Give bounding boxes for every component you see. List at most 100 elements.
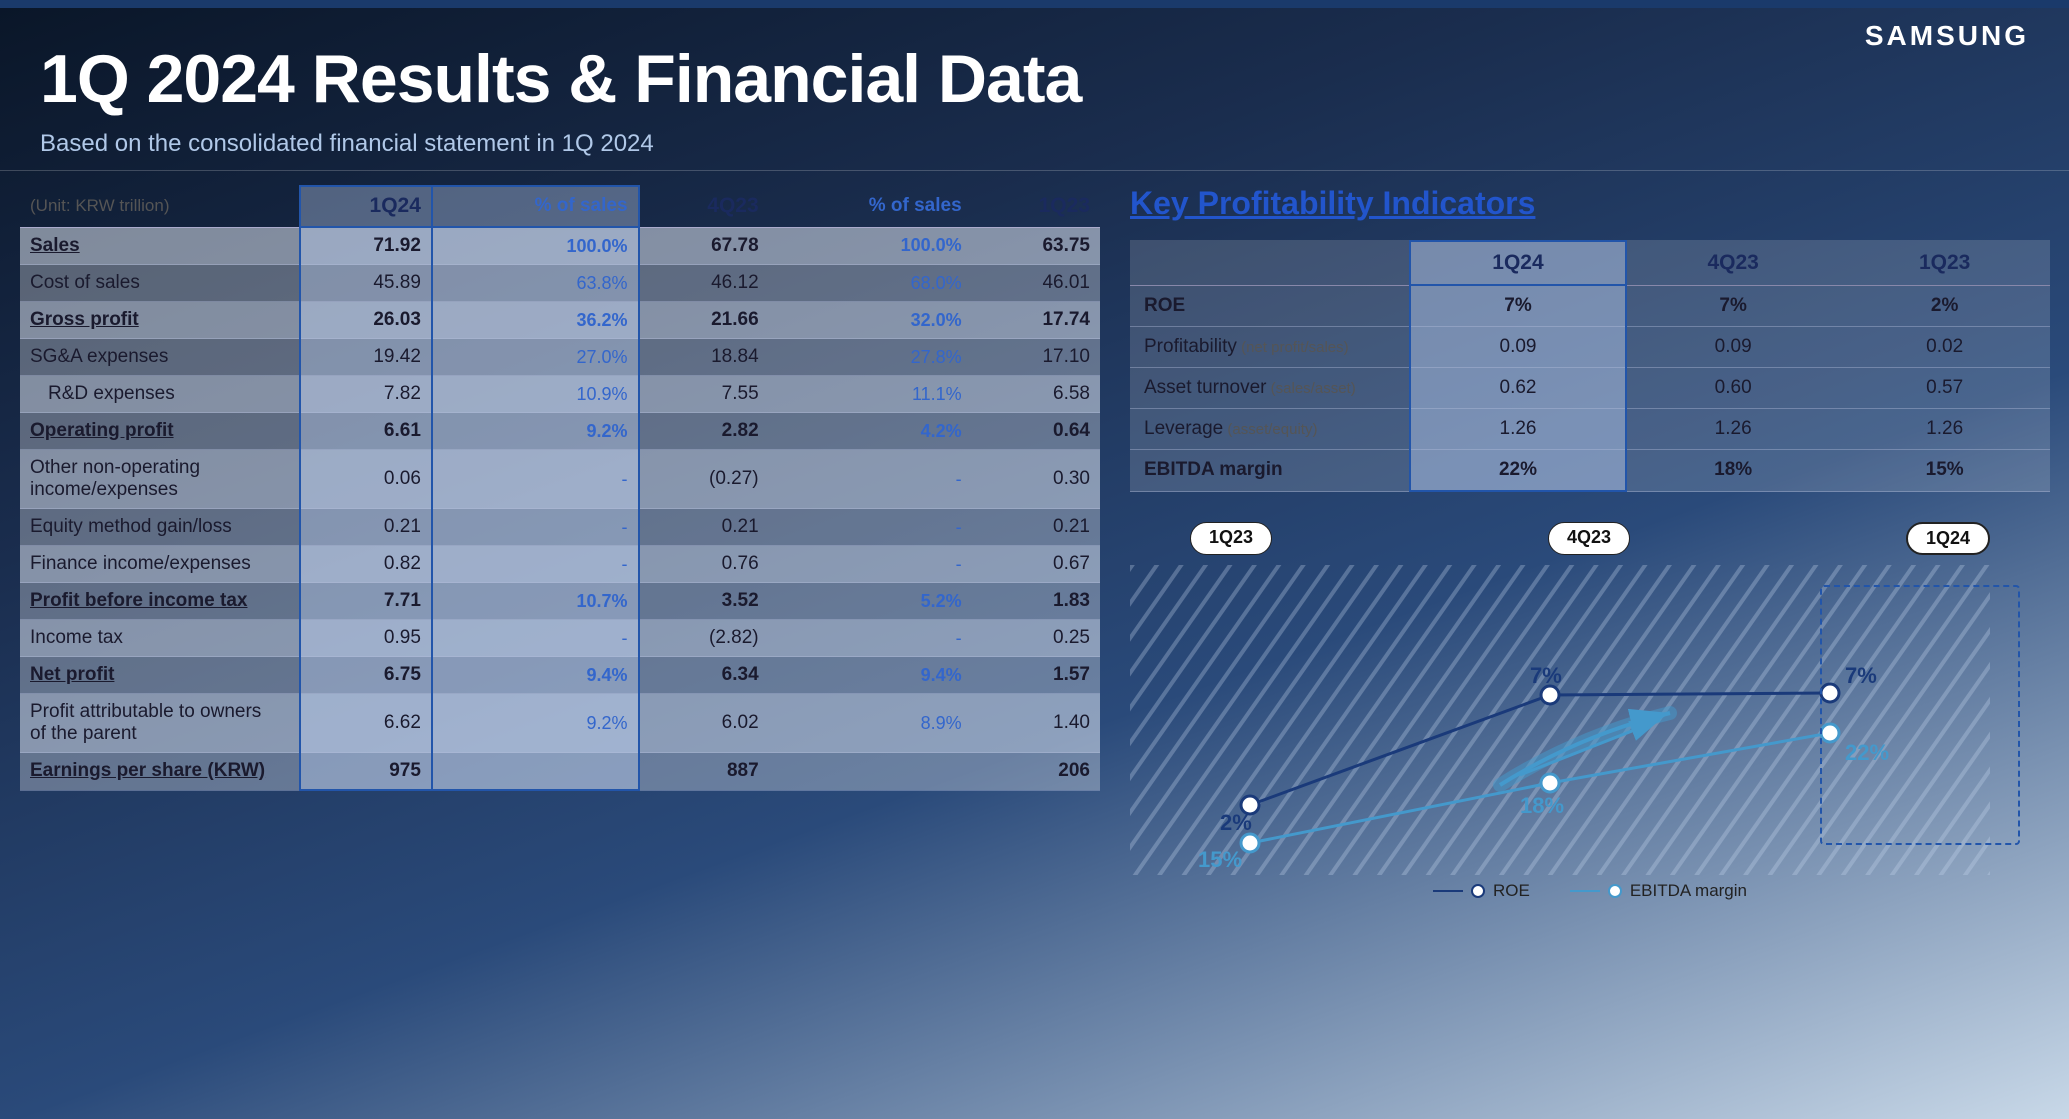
svg-text:18%: 18% — [1520, 793, 1564, 818]
col-header-pct2: % of sales — [769, 186, 972, 227]
kpi-val-2: 0.02 — [1839, 327, 2050, 368]
row-label: SG&A expenses — [20, 339, 300, 376]
row-val-3: 9.4% — [769, 657, 972, 694]
row-label: Gross profit — [20, 302, 300, 339]
roe-legend-line — [1433, 890, 1463, 892]
divider — [0, 170, 2069, 171]
table-row: Net profit6.759.4%6.349.4%1.57 — [20, 657, 1100, 694]
row-val-2: 6.02 — [639, 694, 769, 753]
row-label: Equity method gain/loss — [20, 509, 300, 546]
row-label: Profit before income tax — [20, 583, 300, 620]
kpi-row-label: Profitability (net profit/sales) — [1130, 327, 1410, 368]
row-label: Finance income/expenses — [20, 546, 300, 583]
row-val-2: 21.66 — [639, 302, 769, 339]
row-label: Operating profit — [20, 413, 300, 450]
table-row: Sales71.92100.0%67.78100.0%63.75 — [20, 227, 1100, 265]
row-val-4: 0.21 — [972, 509, 1100, 546]
row-val-4: 6.58 — [972, 376, 1100, 413]
financial-table-panel: (Unit: KRW trillion) 1Q24 % of sales 4Q2… — [20, 185, 1100, 791]
kpi-row-label: Leverage (asset/equity) — [1130, 409, 1410, 450]
col-header-1q23: 1Q23 — [972, 186, 1100, 227]
row-val-1: 100.0% — [432, 227, 639, 265]
svg-text:15%: 15% — [1198, 847, 1242, 872]
row-val-3: 100.0% — [769, 227, 972, 265]
row-val-1: 9.4% — [432, 657, 639, 694]
kpi-table-row: ROE7%7%2% — [1130, 285, 2050, 327]
row-val-2: 18.84 — [639, 339, 769, 376]
kpi-val-0: 0.62 — [1410, 368, 1626, 409]
row-val-0: 6.61 — [300, 413, 432, 450]
row-val-3: - — [769, 450, 972, 509]
row-val-1: 63.8% — [432, 265, 639, 302]
row-val-0: 0.95 — [300, 620, 432, 657]
row-val-0: 0.06 — [300, 450, 432, 509]
row-label: Sales — [20, 227, 300, 265]
header-bar — [0, 0, 2069, 8]
row-val-0: 45.89 — [300, 265, 432, 302]
row-val-1: - — [432, 509, 639, 546]
kpi-val-0: 1.26 — [1410, 409, 1626, 450]
row-val-4: 0.25 — [972, 620, 1100, 657]
chart-label-1q24: 1Q24 — [1906, 522, 1990, 555]
legend-roe: ROE — [1433, 881, 1530, 901]
svg-text:2%: 2% — [1220, 810, 1252, 835]
row-val-0: 26.03 — [300, 302, 432, 339]
row-val-0: 0.21 — [300, 509, 432, 546]
chart-label-1q23: 1Q23 — [1190, 522, 1272, 555]
table-row: Earnings per share (KRW)975887206 — [20, 753, 1100, 791]
row-val-1: 10.7% — [432, 583, 639, 620]
row-val-0: 71.92 — [300, 227, 432, 265]
row-val-0: 6.75 — [300, 657, 432, 694]
kpi-col-label — [1130, 241, 1410, 285]
kpi-val-2: 2% — [1839, 285, 2050, 327]
kpi-val-2: 15% — [1839, 450, 2050, 492]
kpi-table-row: EBITDA margin22%18%15% — [1130, 450, 2050, 492]
row-val-0: 975 — [300, 753, 432, 791]
row-val-0: 7.71 — [300, 583, 432, 620]
row-val-4: 46.01 — [972, 265, 1100, 302]
table-row: Profit before income tax7.7110.7%3.525.2… — [20, 583, 1100, 620]
kpi-col-1q24: 1Q24 — [1410, 241, 1626, 285]
row-val-4: 1.57 — [972, 657, 1100, 694]
row-val-3: - — [769, 509, 972, 546]
kpi-val-2: 0.57 — [1839, 368, 2050, 409]
table-row: Operating profit6.619.2%2.824.2%0.64 — [20, 413, 1100, 450]
row-val-3: 5.2% — [769, 583, 972, 620]
row-val-4: 1.83 — [972, 583, 1100, 620]
row-val-1 — [432, 753, 639, 791]
row-val-4: 0.30 — [972, 450, 1100, 509]
row-val-2: 3.52 — [639, 583, 769, 620]
kpi-table-row: Asset turnover (sales/asset)0.620.600.57 — [1130, 368, 2050, 409]
kpi-table-row: Profitability (net profit/sales)0.090.09… — [1130, 327, 2050, 368]
kpi-val-0: 22% — [1410, 450, 1626, 492]
ebitda-legend-dot — [1608, 884, 1622, 898]
chart-legend: ROE EBITDA margin — [1130, 881, 2050, 901]
kpi-row-label: EBITDA margin — [1130, 450, 1410, 492]
row-val-1: - — [432, 620, 639, 657]
chart-svg-container: 2% 7% 7% 15% 18% 22% — [1130, 565, 2050, 875]
kpi-val-0: 0.09 — [1410, 327, 1626, 368]
kpi-val-1: 7% — [1626, 285, 1839, 327]
row-val-2: 46.12 — [639, 265, 769, 302]
row-val-0: 0.82 — [300, 546, 432, 583]
kpi-panel: Key Profitability Indicators 1Q24 4Q23 1… — [1130, 185, 2050, 892]
ebitda-legend-line — [1570, 890, 1600, 892]
row-val-3: 11.1% — [769, 376, 972, 413]
row-val-2: 67.78 — [639, 227, 769, 265]
row-label: Income tax — [20, 620, 300, 657]
samsung-logo: SAMSUNG — [1865, 20, 2029, 52]
row-val-2: (0.27) — [639, 450, 769, 509]
row-val-2: (2.82) — [639, 620, 769, 657]
row-label: Cost of sales — [20, 265, 300, 302]
roe-legend-dot — [1471, 884, 1485, 898]
kpi-title: Key Profitability Indicators — [1130, 185, 2050, 222]
row-val-2: 0.21 — [639, 509, 769, 546]
row-val-1: - — [432, 546, 639, 583]
row-val-1: 9.2% — [432, 694, 639, 753]
row-val-3 — [769, 753, 972, 791]
kpi-table-row: Leverage (asset/equity)1.261.261.26 — [1130, 409, 2050, 450]
row-val-0: 19.42 — [300, 339, 432, 376]
page-subtitle: Based on the consolidated financial stat… — [40, 130, 654, 158]
chart-label-4q23: 4Q23 — [1548, 522, 1630, 555]
kpi-val-1: 1.26 — [1626, 409, 1839, 450]
